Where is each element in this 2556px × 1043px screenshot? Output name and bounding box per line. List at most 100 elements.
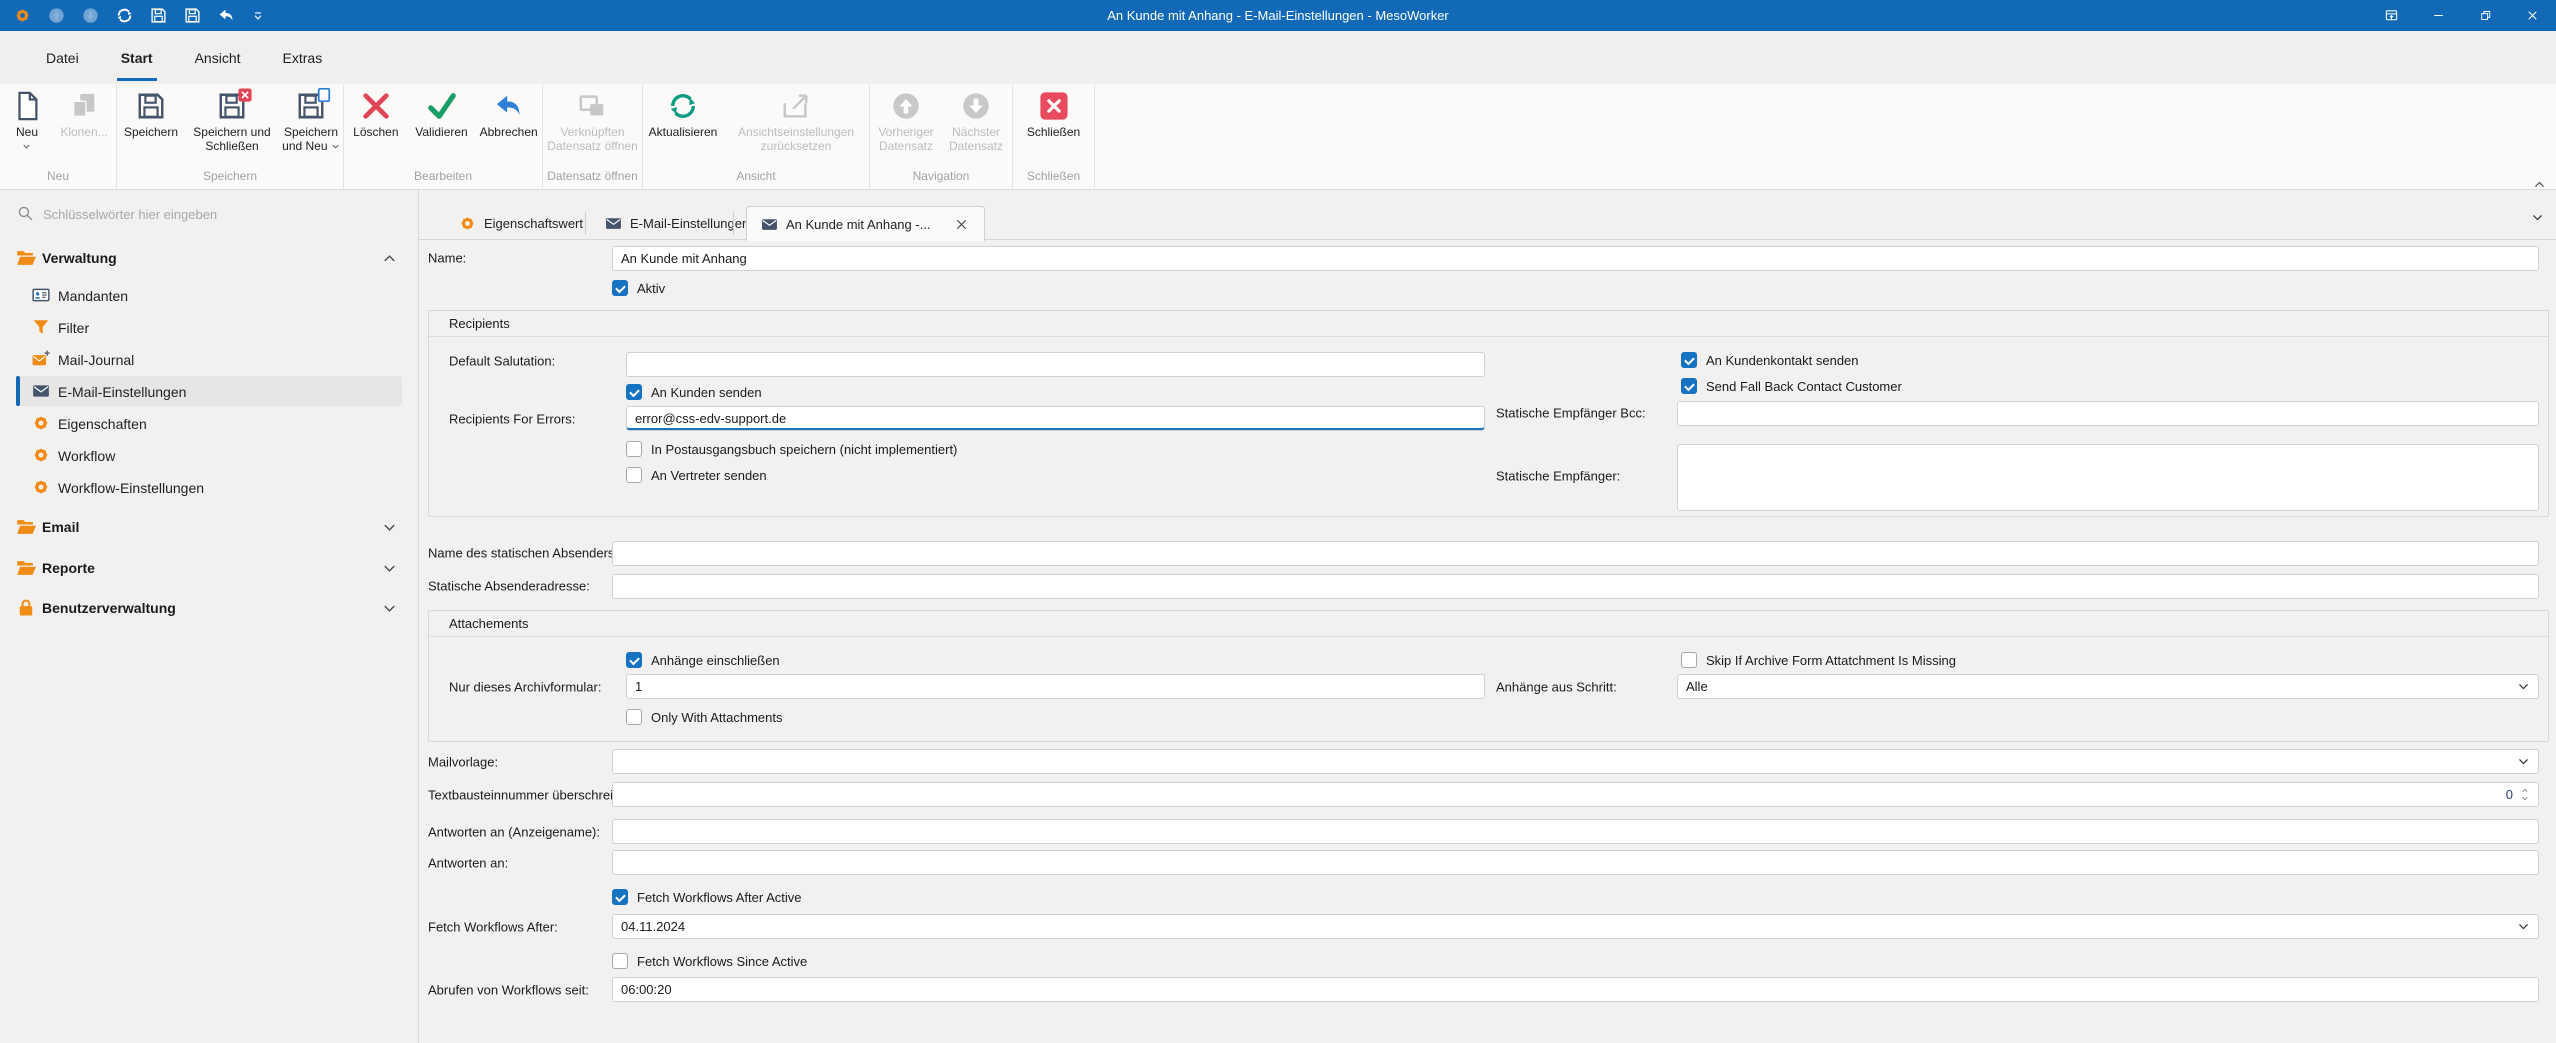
recipients-for-errors-input[interactable]	[626, 406, 1485, 431]
skip-if-missing-checkbox[interactable]	[1681, 652, 1697, 668]
next-record-icon	[961, 91, 991, 121]
in-postausgangsbuch-checkbox[interactable]	[626, 441, 642, 457]
aktiv-checkbox-label: Aktiv	[637, 281, 665, 296]
spin-down-icon[interactable]	[2520, 795, 2530, 802]
statischer-absender-name-label: Name des statischen Absenders:	[428, 546, 618, 561]
statische-empfaenger-label: Statische Empfänger:	[1496, 469, 1620, 484]
tab-eigenschaftswert[interactable]: Eigenschaftswert	[445, 207, 597, 240]
an-kunden-senden-checkbox[interactable]	[626, 384, 642, 400]
speichern-und-schliessen-button[interactable]: Speichern und Schließen	[185, 84, 279, 153]
sidebar-item-email-einstellungen[interactable]: E-Mail-Einstellungen	[58, 384, 186, 400]
save-icon	[136, 91, 166, 121]
ribbon-group-datensatz-oeffnen: Verknüpften Datensatz öffnen Datensatz ö…	[543, 84, 643, 189]
close-tab-icon[interactable]	[953, 216, 970, 233]
tab-email-einstellungen[interactable]: E-Mail-Einstellungen	[591, 207, 763, 240]
anhaenge-einschliessen-row: Anhänge einschließen	[626, 652, 780, 668]
content-area: Eigenschaftswert E-Mail-Einstellungen An…	[419, 190, 2556, 1043]
textbausteinnummer-spinedit[interactable]: 0	[612, 782, 2539, 807]
ribbon-display-options-button[interactable]	[2368, 0, 2415, 31]
menubar: Datei Start Ansicht Extras	[0, 31, 2556, 84]
spin-up-icon[interactable]	[2520, 787, 2530, 794]
sidebar-item-eigenschaften[interactable]: Eigenschaften	[58, 416, 147, 432]
folder-icon	[16, 517, 36, 537]
in-postausgangsbuch-row: In Postausgangsbuch speichern (nicht imp…	[626, 441, 957, 457]
save-close-icon[interactable]	[184, 7, 201, 24]
chevron-down-icon[interactable]	[382, 520, 397, 535]
only-with-attachments-checkbox[interactable]	[626, 709, 642, 725]
filter-icon	[32, 318, 50, 336]
chevron-down-icon	[2517, 755, 2530, 768]
loeschen-button[interactable]: Löschen	[344, 84, 408, 140]
an-vertreter-senden-checkbox[interactable]	[626, 467, 642, 483]
ribbon-group-label: Navigation	[870, 166, 1012, 189]
statische-empfaenger-textarea[interactable]	[1677, 444, 2539, 511]
nur-dieses-archivformular-input[interactable]	[626, 674, 1485, 699]
default-salutation-input[interactable]	[626, 352, 1485, 377]
save-icon[interactable]	[150, 7, 167, 24]
fetch-workflows-after-active-checkbox[interactable]	[612, 889, 628, 905]
statischer-absender-name-input[interactable]	[612, 541, 2539, 566]
abbrechen-button[interactable]: Abbrechen	[475, 84, 542, 140]
fetch-workflows-since-active-checkbox[interactable]	[612, 953, 628, 969]
tab-an-kunde-mit-anhang[interactable]: An Kunde mit Anhang -...	[746, 206, 985, 241]
an-kundenkontakt-senden-checkbox[interactable]	[1681, 352, 1697, 368]
nav-up-icon	[48, 7, 65, 24]
speichern-button[interactable]: Speichern	[117, 84, 185, 153]
ribbon-display-options-icon	[2384, 8, 2399, 23]
undo-icon[interactable]	[218, 7, 235, 24]
search-icon	[17, 205, 34, 222]
sidebar-section-reporte[interactable]: Reporte	[42, 560, 95, 576]
tab-divider	[733, 212, 734, 235]
sidebar-search-input[interactable]	[41, 202, 375, 226]
statische-empfaenger-bcc-input[interactable]	[1677, 401, 2539, 426]
speichern-und-neu-button[interactable]: Speichern und Neu	[279, 84, 343, 153]
antworten-an-input[interactable]	[612, 850, 2539, 875]
menu-tab-ansicht[interactable]: Ansicht	[174, 31, 262, 84]
name-input[interactable]	[612, 246, 2539, 271]
close-button[interactable]	[2509, 0, 2556, 31]
sidebar-item-workflow-einstellungen[interactable]: Workflow-Einstellungen	[58, 480, 204, 496]
refresh-icon[interactable]	[116, 7, 133, 24]
chevron-down-icon[interactable]	[382, 601, 397, 616]
titlebar: An Kunde mit Anhang - E-Mail-Einstellung…	[0, 0, 2556, 31]
minimize-button[interactable]	[2415, 0, 2462, 31]
menu-tab-datei[interactable]: Datei	[25, 31, 100, 84]
abrufen-von-workflows-seit-input[interactable]	[612, 977, 2539, 1002]
restore-button[interactable]	[2462, 0, 2509, 31]
sidebar-item-workflow[interactable]: Workflow	[58, 448, 115, 464]
app-gear-icon[interactable]	[14, 7, 31, 24]
ribbon-group-neu: Neu Klonen... Neu	[0, 84, 117, 189]
fetch-workflows-after-datepicker[interactable]: 04.11.2024	[612, 914, 2539, 939]
chevron-down-icon[interactable]	[382, 561, 397, 576]
schliessen-button[interactable]: Schließen	[1017, 84, 1091, 140]
chevron-down-icon	[2517, 680, 2530, 693]
tab-overflow-chevron-icon[interactable]	[2531, 211, 2544, 224]
sidebar-section-benutzerverwaltung[interactable]: Benutzerverwaltung	[42, 600, 176, 616]
neu-button[interactable]: Neu	[1, 84, 53, 153]
menu-tab-start[interactable]: Start	[100, 31, 174, 84]
statische-absenderadresse-input[interactable]	[612, 574, 2539, 599]
anhaenge-aus-schritt-select[interactable]: Alle	[1677, 674, 2539, 699]
sidebar-item-filter[interactable]: Filter	[58, 320, 89, 336]
sidebar-section-email[interactable]: Email	[42, 519, 79, 535]
sidebar-item-mandanten[interactable]: Mandanten	[58, 288, 128, 304]
attachments-groupbox: Attachements Anhänge einschließen Nur di…	[428, 610, 2549, 742]
menu-tab-extras[interactable]: Extras	[262, 31, 344, 84]
aktiv-checkbox[interactable]	[612, 280, 628, 296]
anhaenge-einschliessen-checkbox[interactable]	[626, 652, 642, 668]
refresh-icon	[668, 91, 698, 121]
validieren-button[interactable]: Validieren	[408, 84, 476, 140]
mailvorlage-select[interactable]	[612, 749, 2539, 774]
gear-icon	[459, 215, 476, 232]
spinner-buttons[interactable]	[2520, 787, 2530, 802]
antworten-an-anzeigename-label: Antworten an (Anzeigename):	[428, 825, 600, 840]
ribbon-group-label: Bearbeiten	[344, 166, 542, 189]
sidebar-section-verwaltung[interactable]: Verwaltung	[42, 250, 117, 266]
antworten-an-anzeigename-input[interactable]	[612, 819, 2539, 844]
customize-toolbar-icon[interactable]	[252, 10, 264, 22]
fetch-workflows-since-active-row: Fetch Workflows Since Active	[612, 953, 807, 969]
chevron-up-icon[interactable]	[382, 251, 397, 266]
aktualisieren-button[interactable]: Aktualisieren	[643, 84, 723, 153]
sidebar-item-mail-journal[interactable]: Mail-Journal	[58, 352, 134, 368]
send-fall-back-checkbox[interactable]	[1681, 378, 1697, 394]
